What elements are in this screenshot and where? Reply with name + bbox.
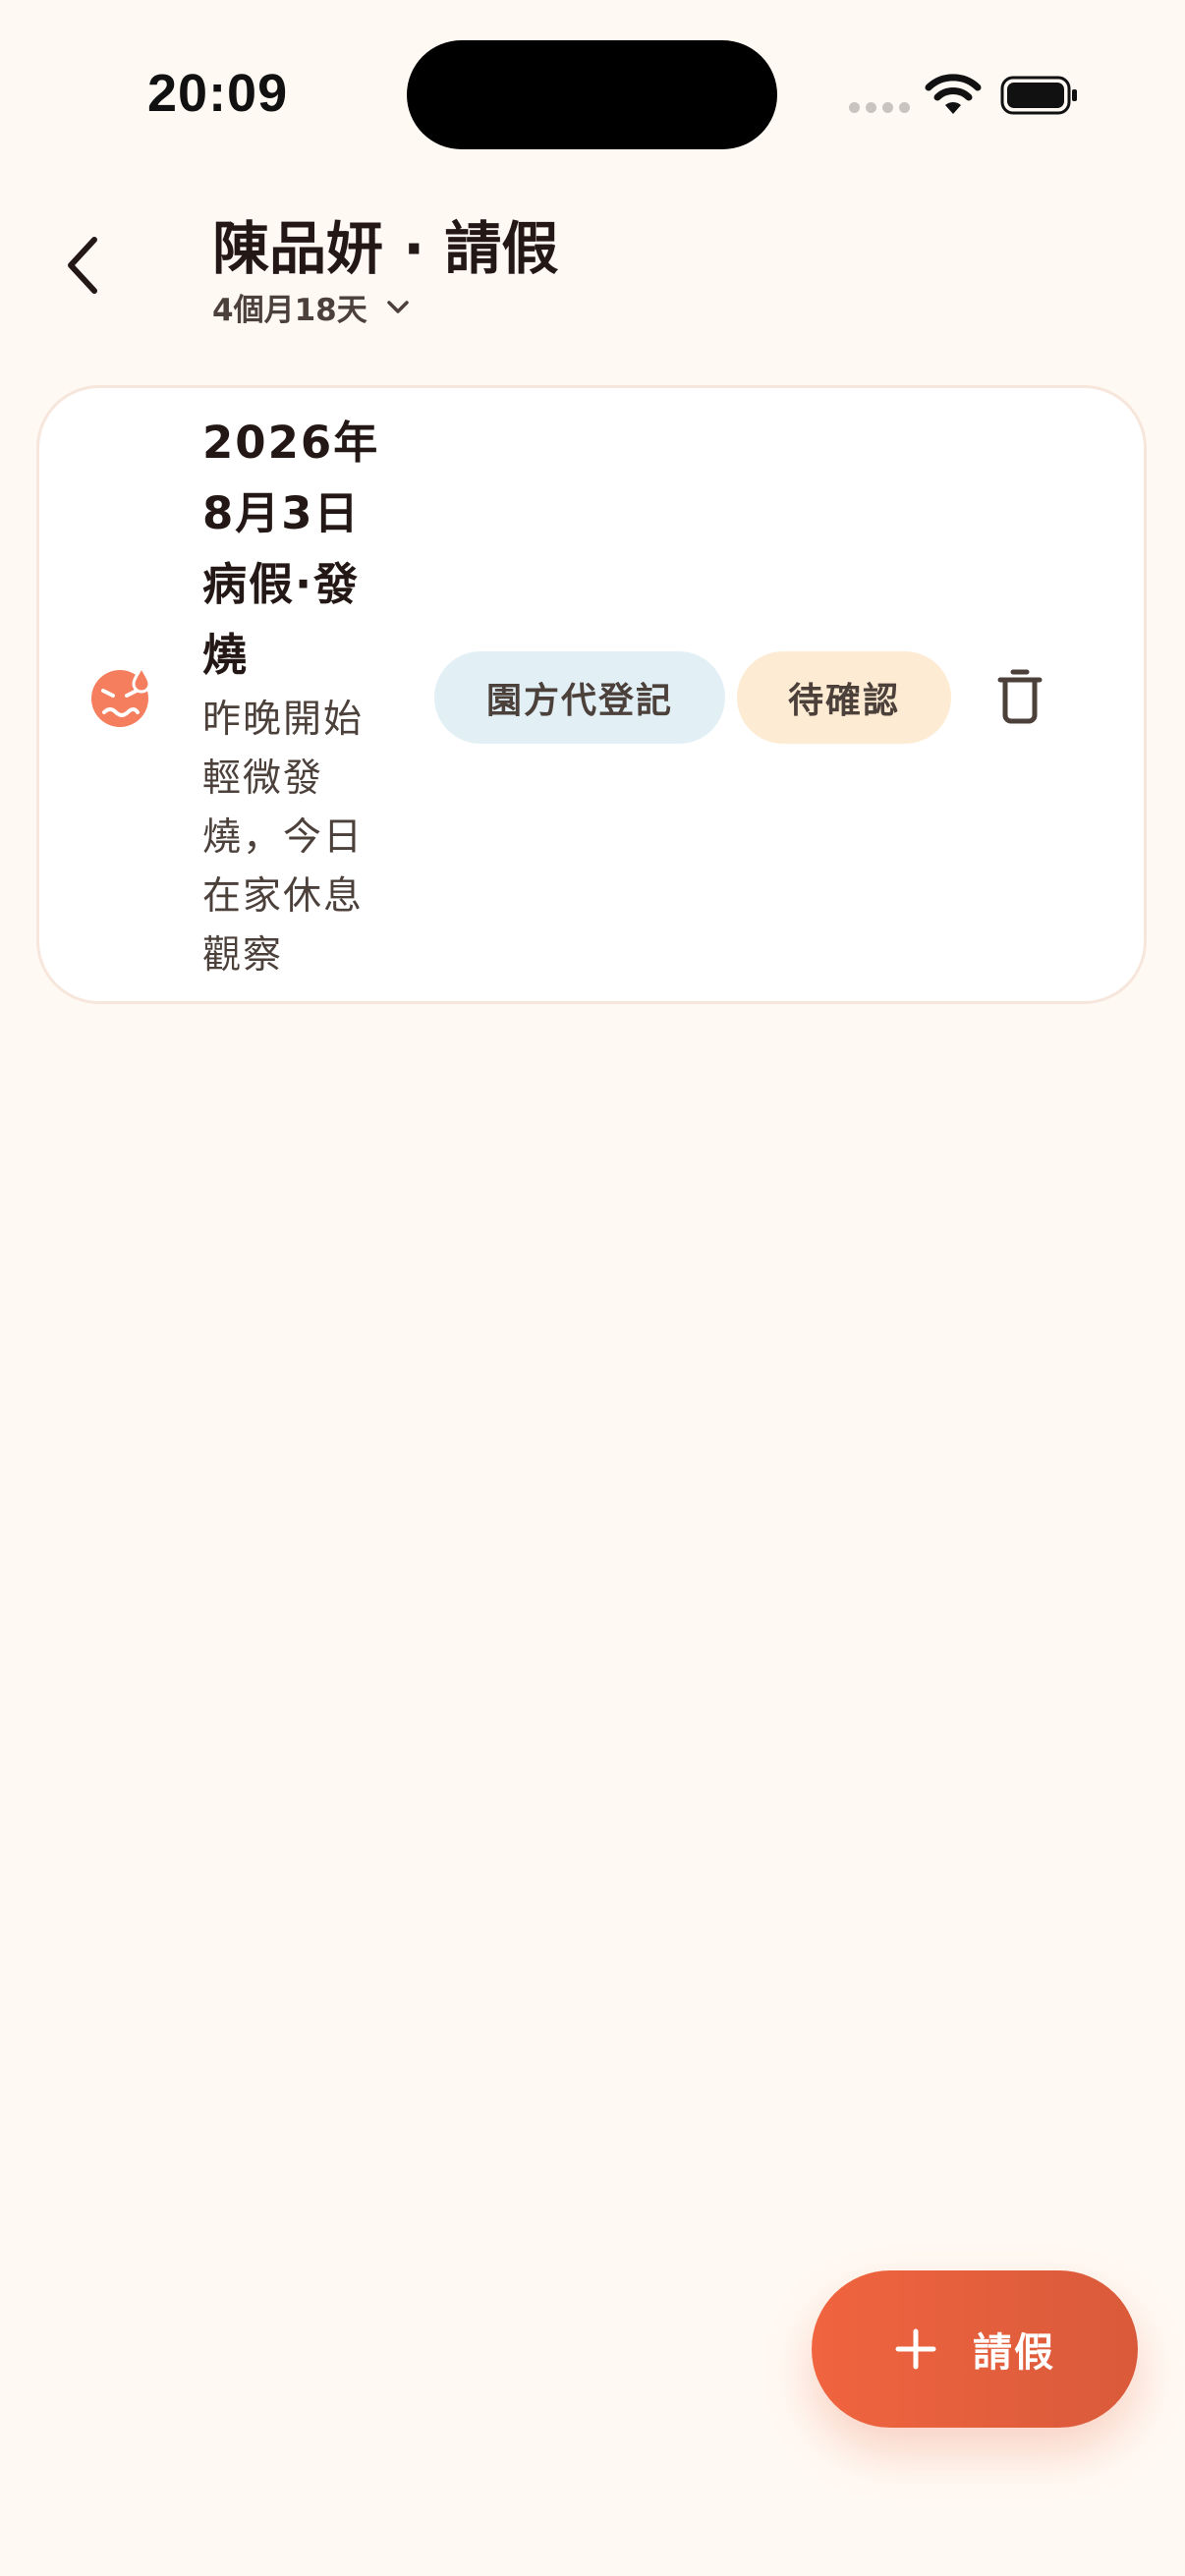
sick-face-icon (91, 663, 151, 727)
page-title: 陳品妍 · 請假 (212, 215, 559, 282)
plus-icon (895, 2328, 936, 2370)
trash-icon (997, 669, 1043, 724)
cellular-signal-icon (849, 102, 910, 113)
registrar-badge: 園方代登記 (434, 651, 725, 744)
leave-record-card[interactable]: 2026年8月3日 病假·發燒 昨晚開始輕微發燒，今日在家休息觀察 園方代登記 … (36, 385, 1147, 1004)
leave-type: 病假·發燒 (202, 558, 361, 681)
battery-icon (1000, 76, 1077, 115)
dynamic-island (407, 40, 777, 149)
add-leave-button[interactable]: 請假 (812, 2270, 1138, 2428)
chevron-down-icon (386, 300, 409, 313)
status-badge: 待確認 (737, 651, 951, 744)
status-bar-time: 20:09 (147, 64, 289, 123)
age-label: 4個月18天 (212, 293, 367, 328)
wifi-icon (925, 74, 982, 114)
leave-date: 2026年8月3日 (202, 417, 380, 539)
leave-record-text: 2026年8月3日 病假·發燒 昨晚開始輕微發燒，今日在家休息觀察 (202, 408, 399, 985)
age-selector[interactable]: 4個月18天 (212, 285, 411, 329)
delete-button[interactable] (983, 659, 1057, 734)
add-leave-label: 請假 (973, 2330, 1055, 2376)
chevron-left-icon (68, 237, 97, 294)
back-button[interactable] (43, 218, 122, 312)
leave-note: 昨晚開始輕微發燒，今日在家休息觀察 (202, 698, 365, 978)
